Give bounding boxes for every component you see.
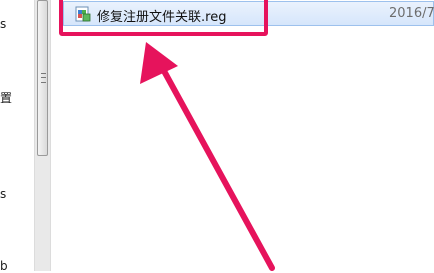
annotation-arrow-icon: [140, 42, 275, 271]
